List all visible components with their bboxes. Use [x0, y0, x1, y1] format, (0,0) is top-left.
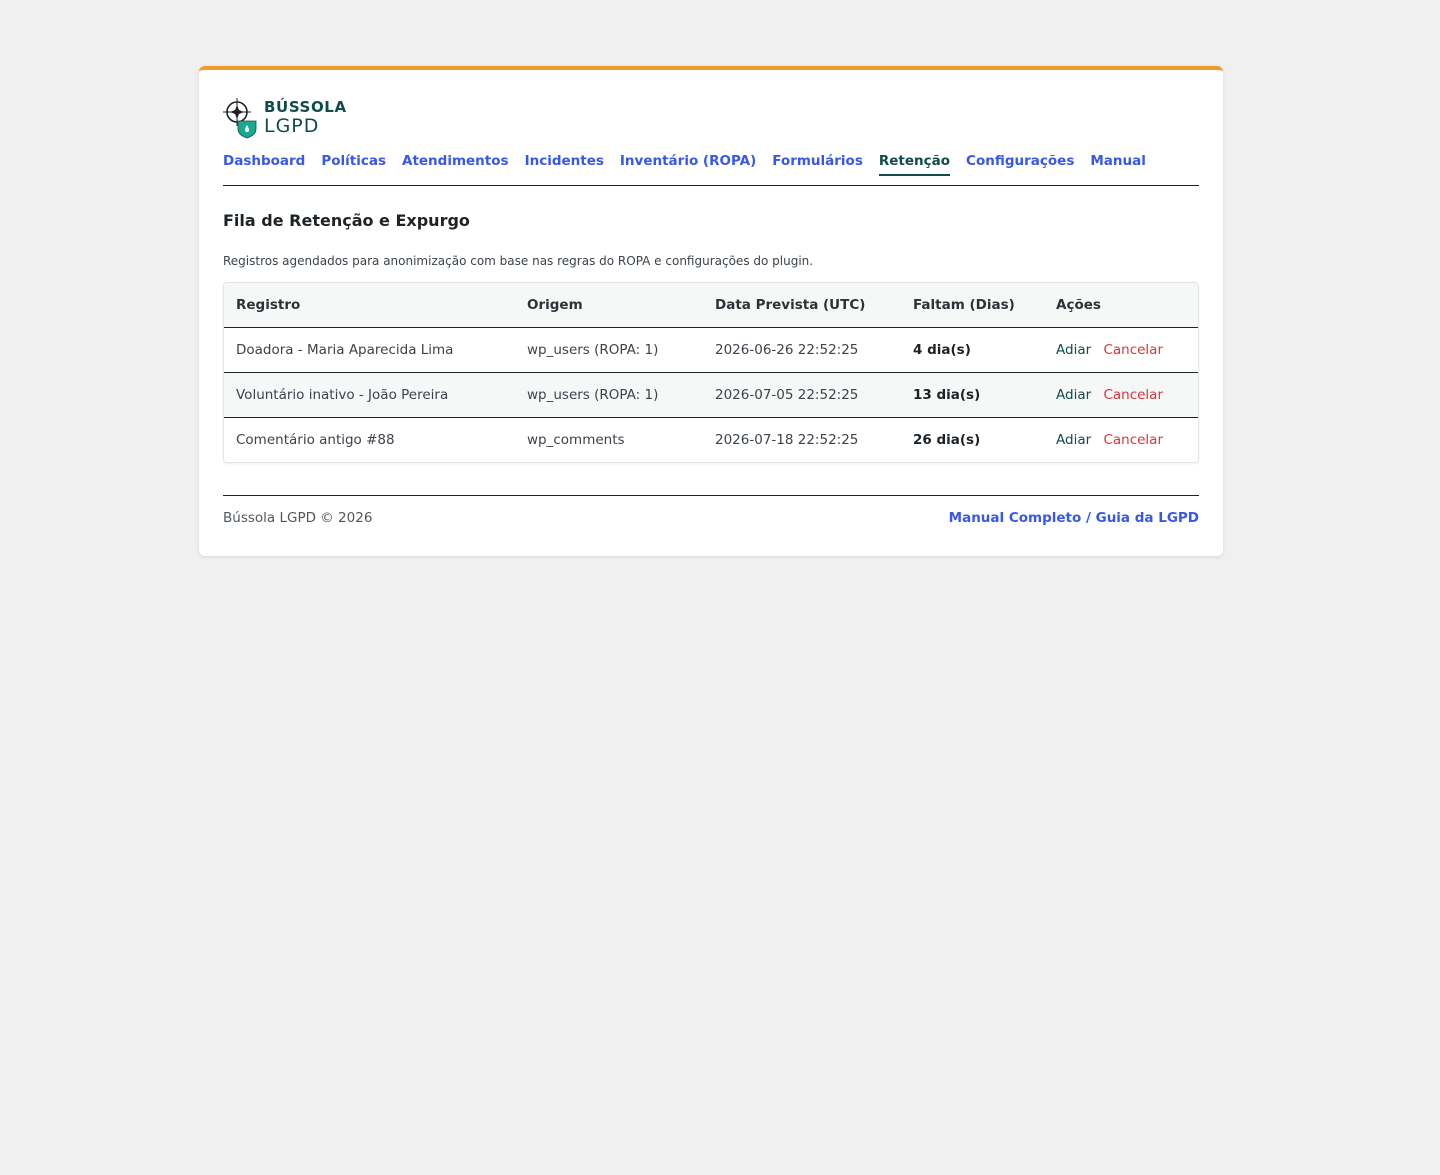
adiar-link[interactable]: Adiar — [1056, 432, 1091, 448]
cell-data: 2026-07-05 22:52:25 — [715, 387, 859, 403]
cell-faltam: 4 dia(s) — [913, 342, 971, 358]
brand-wordmark: BÚSSOLA LGPD — [264, 100, 347, 136]
col-registro: Registro — [224, 283, 515, 328]
footer: Bússola LGPD © 2026 Manual Completo / Gu… — [223, 495, 1199, 535]
cell-registro: Voluntário inativo - João Pereira — [236, 387, 449, 403]
table-row: Doadora - Maria Aparecida Lima wp_users … — [224, 328, 1198, 373]
brand-line1: BÚSSOLA — [264, 98, 347, 116]
nav-politicas[interactable]: Políticas — [321, 152, 386, 176]
page-description: Registros agendados para anonimização co… — [223, 254, 814, 268]
cell-origem: wp_comments — [527, 432, 625, 448]
page-title: Fila de Retenção e Expurgo — [223, 211, 470, 230]
table-row: Voluntário inativo - João Pereira wp_use… — [224, 372, 1198, 418]
cell-data: 2026-07-18 22:52:25 — [715, 432, 859, 448]
brand-line2: LGPD — [264, 115, 320, 137]
cancelar-link[interactable]: Cancelar — [1103, 432, 1163, 448]
cell-data: 2026-06-26 22:52:25 — [715, 342, 859, 358]
cell-registro: Doadora - Maria Aparecida Lima — [236, 342, 454, 358]
cell-origem: wp_users (ROPA: 1) — [527, 387, 659, 403]
footer-copyright: Bússola LGPD © 2026 — [223, 509, 373, 526]
table-row: Comentário antigo #88 wp_comments 2026-0… — [224, 418, 1198, 463]
cancelar-link[interactable]: Cancelar — [1103, 342, 1163, 358]
cell-faltam: 26 dia(s) — [913, 432, 981, 448]
cell-faltam: 13 dia(s) — [913, 387, 981, 403]
brand-logo[interactable]: BÚSSOLA LGPD — [223, 96, 347, 140]
cell-origem: wp_users (ROPA: 1) — [527, 342, 659, 358]
nav-dashboard[interactable]: Dashboard — [223, 152, 305, 176]
nav-formularios[interactable]: Formulários — [772, 152, 863, 176]
nav-retencao[interactable]: Retenção — [878, 152, 951, 176]
col-origem: Origem — [515, 283, 703, 328]
cell-acoes: Adiar Cancelar — [1044, 418, 1198, 463]
cell-acoes: Adiar Cancelar — [1044, 373, 1198, 418]
nav-inventario[interactable]: Inventário (ROPA) — [620, 152, 756, 176]
nav-manual[interactable]: Manual — [1090, 152, 1146, 176]
cancelar-link[interactable]: Cancelar — [1103, 387, 1163, 403]
nav-configuracoes[interactable]: Configurações — [966, 152, 1074, 176]
table-header-row: Registro Origem Data Prevista (UTC) Falt… — [224, 283, 1198, 328]
adiar-link[interactable]: Adiar — [1056, 387, 1091, 403]
nav-atendimentos[interactable]: Atendimentos — [402, 152, 509, 176]
compass-shield-icon — [223, 98, 257, 139]
adiar-link[interactable]: Adiar — [1056, 342, 1091, 358]
nav-incidentes[interactable]: Incidentes — [525, 152, 604, 176]
retention-table: Registro Origem Data Prevista (UTC) Falt… — [223, 282, 1199, 463]
cell-acoes: Adiar Cancelar — [1044, 328, 1198, 373]
col-data-prevista: Data Prevista (UTC) — [703, 283, 901, 328]
manual-guide-link[interactable]: Manual Completo / Guia da LGPD — [949, 510, 1199, 526]
col-acoes: Ações — [1044, 283, 1198, 328]
main-nav: Dashboard Políticas Atendimentos Inciden… — [223, 152, 1199, 186]
col-faltam: Faltam (Dias) — [901, 283, 1044, 328]
main-card: BÚSSOLA LGPD Dashboard Políticas Atendim… — [199, 66, 1223, 556]
cell-registro: Comentário antigo #88 — [236, 432, 395, 448]
